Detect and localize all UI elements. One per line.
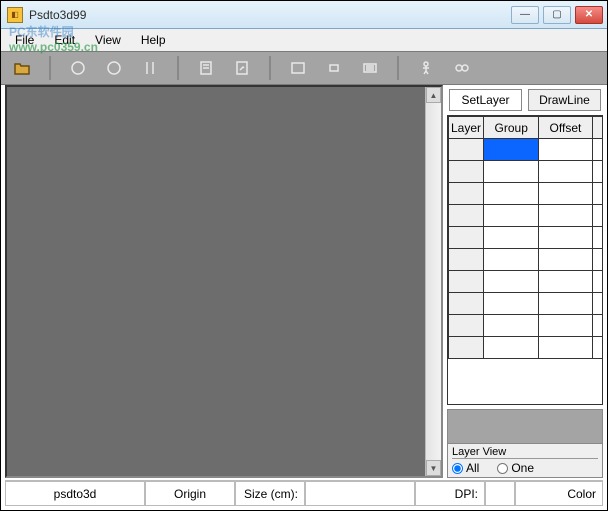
- grid-cell[interactable]: [592, 293, 602, 315]
- status-size-value: [305, 481, 415, 506]
- layer-grid[interactable]: Layer Group Offset: [447, 115, 603, 405]
- status-bar: psdto3d Origin Size (cm): DPI: Color: [5, 480, 603, 506]
- grid-cell[interactable]: [592, 249, 602, 271]
- circle-tool-icon[interactable]: [65, 55, 91, 81]
- small-rect-icon[interactable]: [321, 55, 347, 81]
- menu-view[interactable]: View: [85, 31, 131, 49]
- grid-cell[interactable]: [592, 139, 602, 161]
- row-header[interactable]: [449, 227, 484, 249]
- tab-drawline[interactable]: DrawLine: [528, 89, 601, 111]
- grid-cell[interactable]: [484, 271, 539, 293]
- page-icon[interactable]: [193, 55, 219, 81]
- maximize-button[interactable]: ▢: [543, 6, 571, 24]
- lines-icon[interactable]: [357, 55, 383, 81]
- row-header[interactable]: [449, 205, 484, 227]
- grid-cell[interactable]: [484, 249, 539, 271]
- menu-help[interactable]: Help: [131, 31, 176, 49]
- close-button[interactable]: ✕: [575, 6, 603, 24]
- app-icon: ◧: [7, 7, 23, 23]
- grid-cell[interactable]: [539, 337, 592, 359]
- row-header[interactable]: [449, 337, 484, 359]
- grid-cell[interactable]: [592, 183, 602, 205]
- toolbar: [1, 51, 607, 85]
- grid-cell[interactable]: [592, 271, 602, 293]
- status-origin: Origin: [145, 481, 235, 506]
- window-titlebar: ◧ Psdto3d99 — ▢ ✕: [1, 1, 607, 29]
- row-header[interactable]: [449, 271, 484, 293]
- row-header[interactable]: [449, 249, 484, 271]
- grid-cell[interactable]: [484, 315, 539, 337]
- chain-icon[interactable]: [449, 55, 475, 81]
- scroll-up-icon[interactable]: ▲: [426, 87, 441, 103]
- grid-cell[interactable]: [539, 271, 592, 293]
- status-dpi-value: [485, 481, 515, 506]
- status-color-label: Color: [515, 481, 603, 506]
- toolbar-divider: [177, 56, 179, 80]
- row-header[interactable]: [449, 139, 484, 161]
- column-header-group[interactable]: Group: [484, 117, 539, 139]
- vertical-scrollbar[interactable]: ▲ ▼: [425, 87, 441, 476]
- side-spacer: Layer View All One: [447, 409, 603, 478]
- layer-view-title: Layer View: [452, 446, 598, 459]
- menu-bar: File Edit View Help: [1, 29, 607, 51]
- row-header[interactable]: [449, 315, 484, 337]
- grid-cell[interactable]: [539, 293, 592, 315]
- grid-cell[interactable]: [539, 161, 592, 183]
- grid-cell[interactable]: [539, 315, 592, 337]
- radio-one[interactable]: [497, 463, 508, 474]
- status-app-name: psdto3d: [5, 481, 145, 506]
- grid-cell[interactable]: [484, 183, 539, 205]
- person-icon[interactable]: [413, 55, 439, 81]
- window-title: Psdto3d99: [29, 8, 511, 22]
- rect-icon[interactable]: [285, 55, 311, 81]
- page-arrow-icon[interactable]: [229, 55, 255, 81]
- grid-cell[interactable]: [484, 337, 539, 359]
- grid-cell[interactable]: [484, 161, 539, 183]
- row-header[interactable]: [449, 293, 484, 315]
- menu-file[interactable]: File: [5, 31, 44, 49]
- menu-edit[interactable]: Edit: [44, 31, 85, 49]
- tab-setlayer[interactable]: SetLayer: [449, 89, 522, 111]
- row-header[interactable]: [449, 161, 484, 183]
- vertical-bars-icon[interactable]: [137, 55, 163, 81]
- layer-view-panel: Layer View All One: [448, 443, 602, 477]
- minimize-button[interactable]: —: [511, 6, 539, 24]
- toolbar-divider: [269, 56, 271, 80]
- circle-tool-2-icon[interactable]: [101, 55, 127, 81]
- grid-cell[interactable]: [592, 205, 602, 227]
- status-size-label: Size (cm):: [235, 481, 305, 506]
- toolbar-divider: [397, 56, 399, 80]
- grid-cell[interactable]: [539, 227, 592, 249]
- grid-cell[interactable]: [539, 205, 592, 227]
- column-header-layer[interactable]: Layer: [449, 117, 484, 139]
- grid-cell[interactable]: [484, 205, 539, 227]
- grid-cell[interactable]: [592, 315, 602, 337]
- grid-cell[interactable]: [592, 337, 602, 359]
- grid-cell[interactable]: [484, 139, 539, 161]
- toolbar-divider: [49, 56, 51, 80]
- grid-cell[interactable]: [539, 249, 592, 271]
- grid-cell[interactable]: [484, 227, 539, 249]
- row-header[interactable]: [449, 183, 484, 205]
- scroll-down-icon[interactable]: ▼: [426, 460, 441, 476]
- grid-cell[interactable]: [592, 227, 602, 249]
- grid-cell[interactable]: [539, 183, 592, 205]
- grid-cell[interactable]: [484, 293, 539, 315]
- column-header-offset[interactable]: Offset: [539, 117, 592, 139]
- layer-view-one-option[interactable]: One: [497, 461, 534, 475]
- radio-all[interactable]: [452, 463, 463, 474]
- side-panel: SetLayer DrawLine Layer Group Offset Lay…: [447, 85, 603, 478]
- layer-view-all-option[interactable]: All: [452, 461, 479, 475]
- grid-cell[interactable]: [539, 139, 592, 161]
- grid-cell[interactable]: [592, 161, 602, 183]
- status-dpi-label: DPI:: [415, 481, 485, 506]
- open-icon[interactable]: [9, 55, 35, 81]
- canvas-area[interactable]: ▲ ▼: [5, 85, 443, 478]
